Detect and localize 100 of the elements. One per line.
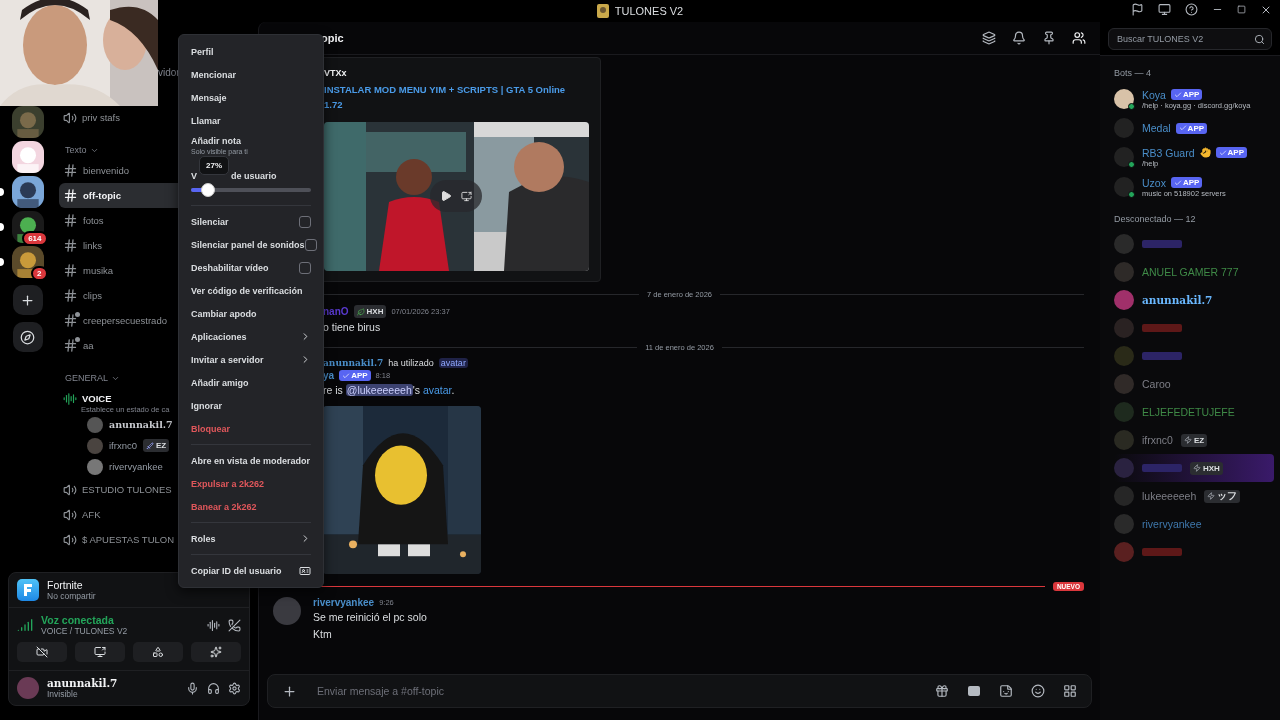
bot-avatar[interactable] (1114, 89, 1134, 109)
hang-up-icon[interactable] (228, 618, 241, 632)
server-icon[interactable] (11, 141, 44, 173)
add-attachment-icon[interactable] (282, 683, 297, 699)
threads-icon[interactable] (982, 31, 996, 45)
server-icon[interactable] (11, 176, 44, 208)
member-name[interactable]: Caroo (1142, 378, 1171, 390)
menu-item[interactable]: Mensaje (185, 86, 317, 109)
checkbox[interactable] (304, 238, 317, 251)
headphones-icon[interactable] (207, 681, 220, 695)
help-icon[interactable] (1185, 3, 1198, 16)
user-mention[interactable]: @lukeeeeeeh (345, 384, 413, 396)
menu-item[interactable]: Ver código de verificación (185, 279, 317, 302)
menu-item[interactable]: Banear a 2k262 (185, 495, 317, 518)
server-icon[interactable] (11, 246, 44, 278)
menu-item[interactable]: Aplicaciones (185, 325, 317, 348)
apps-icon[interactable] (1063, 684, 1077, 698)
discover-button[interactable] (12, 322, 43, 352)
menu-item[interactable]: Bloquear (185, 417, 317, 440)
member-name[interactable]: ANUEL GAMER 777 (1142, 266, 1239, 278)
voice-member-name[interactable]: ifrxnc0 (109, 440, 137, 451)
menu-item[interactable]: Expulsar a 2k262 (185, 472, 317, 495)
member-name[interactable]: Koya (1142, 88, 1166, 101)
message-author[interactable]: ya (323, 370, 335, 381)
popout-icon (460, 190, 472, 202)
bot-avatar[interactable] (1114, 177, 1134, 197)
soundboard-button[interactable] (191, 642, 241, 662)
play-button[interactable] (430, 180, 482, 212)
member-name[interactable]: rivervyankee (1142, 518, 1202, 530)
bot-avatar[interactable] (1114, 147, 1134, 167)
menu-item[interactable]: Añadir amigo (185, 371, 317, 394)
sticker-icon[interactable] (999, 684, 1013, 698)
member-name[interactable]: ifrxnc0 (1142, 434, 1173, 446)
compass-icon (20, 329, 35, 345)
menu-item[interactable]: Silenciar (185, 210, 317, 233)
camera-off-button[interactable] (17, 642, 67, 662)
voice-member-name[interactable]: rivervyankee (109, 461, 163, 472)
checkbox[interactable] (299, 261, 311, 274)
plus-icon (20, 292, 35, 308)
screen-share-icon (94, 646, 106, 658)
pin-icon[interactable] (1042, 31, 1056, 45)
avatar-link[interactable]: avatar (422, 384, 452, 396)
user-avatar (87, 458, 103, 475)
add-server-button[interactable] (12, 285, 43, 315)
screen-share-button[interactable] (75, 642, 125, 662)
menu-item[interactable]: Perfil (185, 40, 317, 63)
menu-item[interactable]: Roles (185, 527, 317, 550)
chevron-icon[interactable] (111, 374, 120, 383)
menu-item[interactable]: Ignorar (185, 394, 317, 417)
message-author[interactable]: rivervyankee (313, 597, 375, 608)
search-input[interactable]: Buscar TULONES V2 (1115, 33, 1254, 45)
member-name[interactable]: lukeeeeeeh (1142, 490, 1197, 502)
members-icon[interactable] (1072, 31, 1086, 45)
volume-slider[interactable] (191, 183, 311, 197)
menu-item[interactable]: Cambiar apodo (185, 302, 317, 325)
menu-item[interactable]: Silenciar panel de sonidos (185, 233, 317, 256)
menu-item[interactable]: Deshabilitar vídeo (185, 256, 317, 279)
emoji-icon[interactable] (1031, 684, 1045, 698)
menu-item[interactable]: Abre en vista de moderador (185, 449, 317, 472)
gift-icon[interactable] (935, 684, 949, 698)
message-input[interactable]: Enviar mensaje a #off-topic (315, 684, 917, 698)
tag-text: APP (351, 371, 368, 380)
menu-item[interactable]: Copiar ID del usuario (185, 559, 317, 582)
speaker-icon (63, 507, 77, 522)
embed-title-link[interactable]: 1.72 (324, 97, 590, 112)
member-name[interactable]: anunnakil.7 (1142, 294, 1213, 306)
tag-text: EZ (1193, 435, 1205, 445)
hash-icon (63, 263, 78, 278)
message-field[interactable]: Enviar mensaje a #off-topic (267, 674, 1092, 708)
menu-item[interactable]: Mencionar (185, 63, 317, 86)
channel-category[interactable]: Texto (65, 145, 87, 155)
member-name[interactable]: Medal (1142, 122, 1171, 134)
signal-icon (17, 617, 33, 633)
slider-thumb[interactable] (200, 183, 215, 197)
tag-text: HXH (1203, 463, 1220, 473)
sound-wave-icon[interactable] (207, 618, 220, 632)
bell-icon[interactable] (1012, 31, 1026, 45)
embed-title-link[interactable]: INSTALAR MOD MENU YIM + SCRIPTS | GTA 5 Online (324, 82, 590, 97)
slider-label: de usuario (231, 171, 277, 181)
member-name[interactable]: RB3 Guard (1142, 146, 1195, 159)
checkbox[interactable] (299, 215, 311, 228)
voice-member-name[interactable]: anunnakil.7 (109, 419, 173, 430)
member-name[interactable]: ELJEFEDETUJEFE (1142, 406, 1235, 418)
message-author[interactable]: anunnakil.7 (323, 358, 384, 368)
command-chip[interactable]: avatar (438, 358, 468, 368)
maximize-icon[interactable] (1237, 5, 1246, 14)
flag-icon[interactable] (1131, 3, 1144, 16)
chevron-icon[interactable] (89, 146, 99, 155)
menu-item[interactable]: Llamar (185, 109, 317, 132)
menu-item[interactable]: Invitar a servidor (185, 348, 317, 371)
microphone-icon[interactable] (186, 681, 199, 695)
settings-icon[interactable] (228, 681, 241, 695)
channel-category[interactable]: GENERAL (65, 373, 108, 383)
hash-icon (63, 338, 78, 353)
screen-icon[interactable] (1158, 3, 1171, 16)
search-field[interactable]: Buscar TULONES V2 (1108, 28, 1272, 50)
member-name[interactable]: Uzox (1142, 176, 1166, 189)
activities-button[interactable] (133, 642, 183, 662)
server-header-text: vidor (158, 67, 180, 78)
member-avatar[interactable] (1114, 290, 1134, 310)
